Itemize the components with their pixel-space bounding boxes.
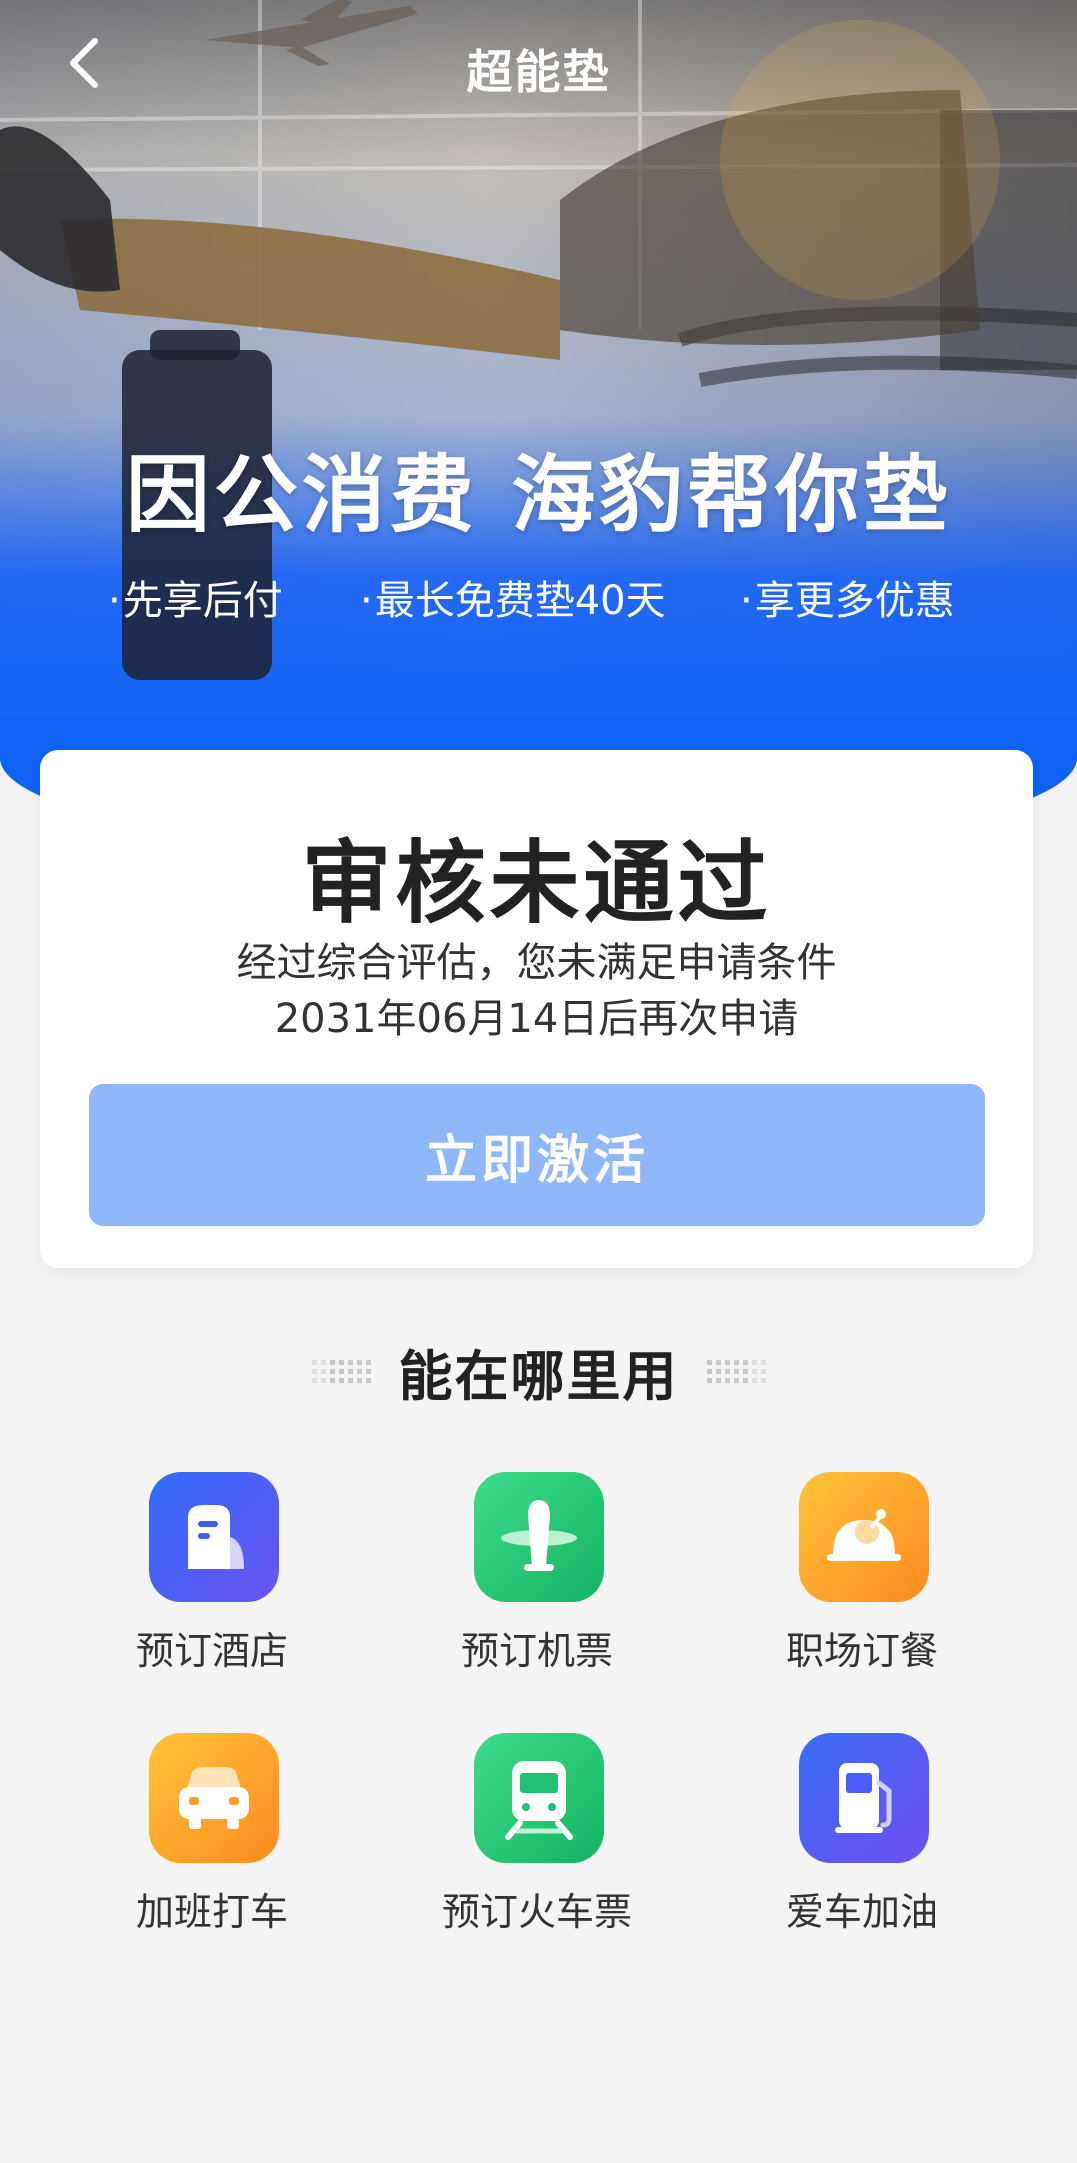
service-label: 爱车加油 xyxy=(785,1890,938,1934)
hero-features: 先享后付 最长免费垫40天 享更多优惠 xyxy=(0,568,1077,628)
service-train[interactable]: 预订火车票 xyxy=(387,1733,687,1963)
fuel-icon xyxy=(799,1733,929,1863)
hero-slogan: 因公消费 海豹帮你垫 xyxy=(125,446,952,544)
service-meal[interactable]: 职场订餐 xyxy=(712,1472,1012,1702)
service-label: 加班打车 xyxy=(135,1890,288,1934)
review-status-title: 审核未通过 xyxy=(301,831,772,936)
usage-section-title: 能在哪里用 xyxy=(398,1344,679,1408)
service-taxi[interactable]: 加班打车 xyxy=(62,1733,362,1963)
taxi-icon xyxy=(149,1733,279,1863)
service-flight[interactable]: 预订机票 xyxy=(387,1472,687,1702)
activate-button[interactable]: 立即激活 xyxy=(89,1084,985,1226)
top-nav: 超能垫 xyxy=(0,0,1077,128)
usage-section-header: 能在哪里用 xyxy=(0,1336,1077,1408)
decorative-dots-left xyxy=(311,1359,371,1383)
service-fuel[interactable]: 爱车加油 xyxy=(712,1733,1012,1963)
service-label: 预订火车票 xyxy=(441,1890,632,1934)
service-hotel[interactable]: 预订酒店 xyxy=(62,1472,362,1702)
chevron-left-icon xyxy=(70,38,98,88)
decorative-dots-right xyxy=(706,1359,766,1383)
review-status-reason: 经过综合评估，您未满足申请条件 xyxy=(236,940,837,986)
service-label: 预订机票 xyxy=(460,1629,613,1673)
service-label: 职场订餐 xyxy=(785,1629,938,1673)
reapply-date: 2031年06月14日后再次申请 xyxy=(274,996,799,1042)
train-icon xyxy=(474,1733,604,1863)
page-title: 超能垫 xyxy=(466,45,611,99)
feature-more-offers: 享更多优惠 xyxy=(740,568,955,626)
meal-icon xyxy=(799,1472,929,1602)
feature-free-days: 最长免费垫40天 xyxy=(360,568,666,626)
service-label: 预订酒店 xyxy=(135,1629,288,1673)
feature-pay-later: 先享后付 xyxy=(108,568,283,626)
back-button[interactable] xyxy=(48,28,118,98)
hotel-icon xyxy=(149,1472,279,1602)
review-status-card: 审核未通过 经过综合评估，您未满足申请条件 2031年06月14日后再次申请 立… xyxy=(40,750,1033,1268)
airplane-icon xyxy=(474,1472,604,1602)
